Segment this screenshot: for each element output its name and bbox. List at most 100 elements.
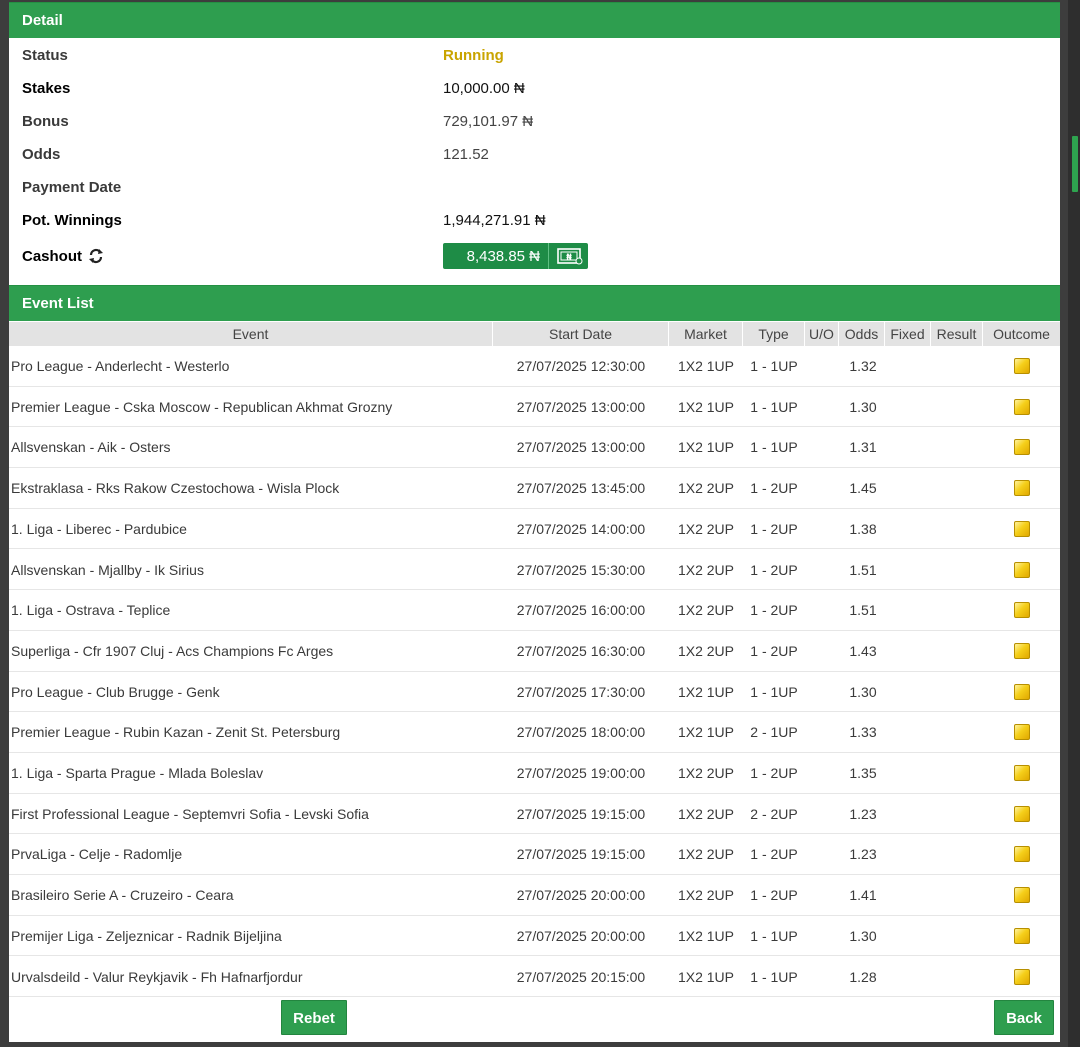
outcome-cell — [1014, 602, 1032, 619]
outcome-cell — [1014, 480, 1032, 497]
outcome-cell — [1014, 765, 1032, 781]
payment-date-row: Payment Date — [9, 171, 1060, 204]
bet-type: 1 - 1UP — [750, 927, 798, 944]
col-fixed[interactable]: Fixed — [885, 322, 931, 346]
table-row: Superliga - Cfr 1907 Cluj - Acs Champion… — [9, 631, 1060, 672]
col-start-date[interactable]: Start Date — [493, 322, 669, 346]
start-date: 27/07/2025 19:00:00 — [516, 765, 646, 781]
outcome-cell — [1014, 358, 1032, 374]
bet-type: 1 - 1UP — [750, 398, 798, 415]
rebet-button[interactable]: Rebet — [281, 1000, 347, 1035]
bet-type: 1 - 2UP — [750, 887, 798, 904]
outcome-pending-icon — [1014, 683, 1030, 700]
cashout-amount: 8,438.85 ₦ — [466, 247, 540, 265]
table-row: Brasileiro Serie A - Cruzeiro - Ceara 27/… — [9, 875, 1060, 916]
outcome-cell — [1014, 805, 1032, 822]
start-date: 27/07/2025 13:00:00 — [516, 439, 646, 456]
bet-type: 1 - 1UP — [750, 968, 798, 985]
market: 1X2 1UP — [677, 927, 735, 944]
market: 1X2 1UP — [677, 968, 735, 985]
odds-label: Odds — [22, 146, 61, 163]
event-name: Brasileiro Serie A - Cruzeiro - Ceara — [11, 887, 234, 904]
start-date: 27/07/2025 19:15:00 — [516, 846, 646, 863]
stakes-value: 10,000.00 ₦ — [443, 80, 525, 97]
outcome-pending-icon — [1014, 358, 1030, 374]
scrollbar-thumb[interactable] — [1072, 136, 1078, 192]
col-type[interactable]: Type — [743, 322, 805, 346]
table-row: Allsvenskan - Mjallby - Ik Sirius 27/07/2… — [9, 550, 1060, 591]
scrollbar[interactable] — [1068, 0, 1080, 1047]
odds-row: Odds 121.52 — [9, 138, 1060, 171]
start-date: 27/07/2025 12:30:00 — [516, 358, 646, 374]
cashout-label-wrap: Cashout — [22, 240, 104, 273]
event-odds: 1.33 — [849, 724, 877, 741]
event-odds: 1.45 — [849, 480, 877, 497]
outcome-pending-icon — [1014, 439, 1030, 456]
bonus-value: 729,101.97 ₦ — [443, 113, 534, 130]
odds-value: 121.52 — [443, 146, 489, 163]
event-odds: 1.28 — [849, 968, 877, 985]
refresh-icon[interactable] — [88, 248, 104, 264]
outcome-cell — [1014, 846, 1032, 863]
bet-type: 1 - 2UP — [750, 520, 798, 537]
event-name: Allsvenskan - Aik - Osters — [11, 439, 171, 456]
outcome-pending-icon — [1014, 765, 1030, 781]
table-row: Premijer Liga - Zeljeznicar - Radnik Bij… — [9, 916, 1060, 957]
col-odds[interactable]: Odds — [839, 322, 885, 346]
start-date: 27/07/2025 14:00:00 — [516, 520, 646, 537]
col-uo[interactable]: U/O — [805, 322, 839, 346]
start-date: 27/07/2025 20:15:00 — [516, 968, 646, 985]
bet-type: 1 - 2UP — [750, 765, 798, 781]
pot-winnings-row: Pot. Winnings 1,944,271.91 ₦ — [9, 204, 1060, 237]
event-odds: 1.43 — [849, 642, 877, 659]
table-row: Premier League - Cska Moscow - Republica… — [9, 387, 1060, 428]
market: 1X2 1UP — [677, 398, 735, 415]
stakes-label: Stakes — [22, 80, 71, 97]
event-name: Superliga - Cfr 1907 Cluj - Acs Champion… — [11, 642, 334, 659]
outcome-pending-icon — [1014, 642, 1030, 659]
market: 1X2 2UP — [677, 765, 735, 781]
event-odds: 1.32 — [849, 358, 877, 374]
event-name: Premijer Liga - Zeljeznicar - Radnik Bij… — [11, 927, 282, 944]
back-button[interactable]: Back — [994, 1000, 1054, 1035]
table-row: 1. Liga - Sparta Prague - Mlada Boleslav… — [9, 753, 1060, 794]
bet-type: 2 - 2UP — [750, 805, 798, 822]
market: 1X2 2UP — [677, 602, 735, 619]
event-odds: 1.51 — [849, 561, 877, 578]
col-market[interactable]: Market — [669, 322, 743, 346]
stakes-row: Stakes 10,000.00 ₦ — [9, 72, 1060, 105]
outcome-pending-icon — [1014, 887, 1030, 904]
start-date: 27/07/2025 15:30:00 — [516, 561, 646, 578]
start-date: 27/07/2025 13:45:00 — [516, 480, 646, 497]
cashout-divider — [548, 243, 549, 269]
event-name: First Professional League - Septemvri So… — [11, 805, 369, 822]
outcome-cell — [1014, 398, 1032, 415]
outcome-pending-icon — [1014, 805, 1030, 822]
col-result[interactable]: Result — [931, 322, 983, 346]
status-label: Status — [22, 47, 68, 64]
market: 1X2 2UP — [677, 480, 735, 497]
col-event[interactable]: Event — [9, 322, 493, 346]
start-date: 27/07/2025 17:30:00 — [516, 683, 646, 700]
outcome-cell — [1014, 724, 1032, 741]
event-name: Premier League - Rubin Kazan - Zenit St.… — [11, 724, 341, 741]
market: 1X2 1UP — [677, 683, 735, 700]
outcome-pending-icon — [1014, 968, 1030, 985]
event-odds: 1.23 — [849, 846, 877, 863]
outcome-cell — [1014, 927, 1032, 944]
status-value: Running — [443, 47, 504, 64]
col-outcome[interactable]: Outcome — [983, 322, 1060, 346]
event-odds: 1.30 — [849, 927, 877, 944]
bet-type: 1 - 2UP — [750, 561, 798, 578]
event-name: Pro League - Club Brugge - Genk — [11, 683, 220, 700]
svg-text:₦: ₦ — [566, 253, 572, 262]
event-odds: 1.41 — [849, 887, 877, 904]
bet-detail-panel: Detail Status Running Stakes 10,000.00 ₦… — [9, 2, 1060, 1042]
start-date: 27/07/2025 16:00:00 — [516, 602, 646, 619]
event-name: PrvaLiga - Celje - Radomlje — [11, 846, 183, 863]
outcome-cell — [1014, 887, 1032, 904]
event-name: Allsvenskan - Mjallby - Ik Sirius — [11, 561, 204, 578]
event-odds: 1.23 — [849, 805, 877, 822]
cashout-button[interactable]: 8,438.85 ₦ ₦ — [443, 243, 588, 269]
bet-type: 1 - 2UP — [750, 480, 798, 497]
